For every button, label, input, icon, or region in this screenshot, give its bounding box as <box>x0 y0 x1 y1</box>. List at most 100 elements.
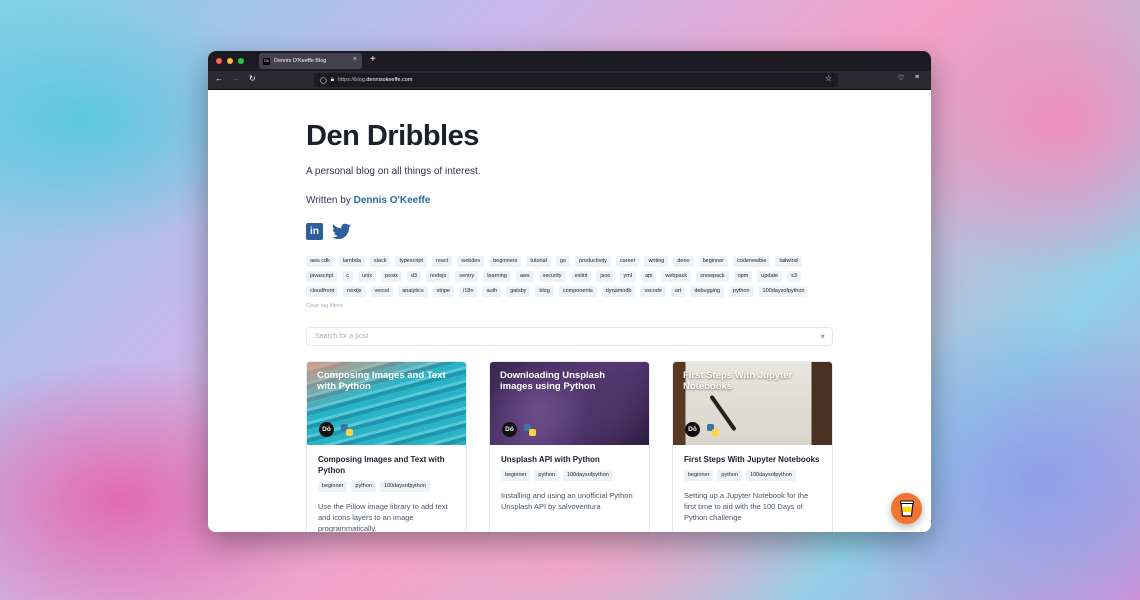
tag-filter-career[interactable]: career <box>615 256 640 267</box>
tag-filter-react[interactable]: react <box>432 256 453 267</box>
tag-filter-analytics[interactable]: analytics <box>398 286 428 297</box>
tagline: A personal blog on all things of interes… <box>306 166 481 177</box>
tag-filter-update[interactable]: update <box>757 271 783 282</box>
post-card-image[interactable]: First Steps With Jupyter Notebooks Dö <box>673 362 832 445</box>
window-controls <box>216 58 244 64</box>
browser-tab[interactable]: Dö Dennis O'Keeffe Blog × <box>259 53 362 69</box>
tag-filter-vscode[interactable]: vscode <box>640 286 666 297</box>
tag-filter-webpack[interactable]: webpack <box>661 271 692 282</box>
tag-filter-python[interactable]: python <box>729 286 754 297</box>
bookmark-star-icon[interactable]: ☆ <box>825 74 832 83</box>
minimize-window-button[interactable] <box>227 58 233 64</box>
tag-filter-beginners[interactable]: beginners <box>489 256 522 267</box>
tag-filter-eslint[interactable]: eslint <box>570 271 592 282</box>
card-logos: Dö <box>319 422 354 437</box>
post-tag[interactable]: python <box>534 470 559 481</box>
tag-filter-sentry[interactable]: sentry <box>455 271 479 282</box>
post-tag[interactable]: 100daysofpython <box>745 470 796 481</box>
post-tag[interactable]: beginner <box>501 470 531 481</box>
post-tag[interactable]: 100daysofpython <box>562 470 613 481</box>
post-card-tags: beginner python 100daysofpython <box>501 470 638 481</box>
reload-icon[interactable]: ↻ <box>249 74 256 83</box>
post-tag[interactable]: beginner <box>684 470 714 481</box>
pocket-icon[interactable]: ♡ <box>898 74 904 82</box>
tag-filter-i18n[interactable]: i18n <box>459 286 478 297</box>
tag-filter-art[interactable]: art <box>670 286 686 297</box>
tag-filter-dynamodb[interactable]: dynamodb <box>601 286 636 297</box>
browser-toolbar: ← → ↻ ◯ 🔒︎ https://blog. dennisokeeffe.co… <box>208 71 931 90</box>
post-card[interactable]: First Steps With Jupyter Notebooks Dö Fi… <box>672 361 833 532</box>
tag-filter-c[interactable]: c <box>342 271 353 282</box>
post-card[interactable]: Composing Images and Text with Python Dö… <box>306 361 467 532</box>
lock-icon[interactable]: 🔒︎ <box>331 77 334 84</box>
linkedin-icon[interactable]: in <box>306 223 323 240</box>
post-card-title[interactable]: First Steps With Jupyter Notebooks <box>684 454 821 465</box>
tag-filter-webdev[interactable]: webdev <box>457 256 485 267</box>
tag-filter-d3[interactable]: d3 <box>406 271 422 282</box>
tag-filter-api[interactable]: api <box>641 271 657 282</box>
post-card-image[interactable]: Composing Images and Text with Python Dö <box>307 362 466 445</box>
tag-filter-cloudfront[interactable]: cloudfront <box>306 286 339 297</box>
maximize-window-button[interactable] <box>238 58 244 64</box>
tab-close-icon[interactable]: × <box>353 56 357 63</box>
forward-arrow-icon[interactable]: → <box>232 74 240 83</box>
tag-filter-lambda[interactable]: lambda <box>338 256 365 267</box>
tag-filter-gatsby[interactable]: gatsby <box>506 286 531 297</box>
buy-me-a-coffee-button[interactable] <box>891 493 922 524</box>
tag-filter-npm[interactable]: npm <box>733 271 753 282</box>
tag-filter-typescript[interactable]: typescript <box>395 256 427 267</box>
post-card-image[interactable]: Downloading Unsplash images using Python… <box>490 362 649 445</box>
page-title: Den Dribbles <box>306 120 479 152</box>
tag-filter-beginner[interactable]: beginner <box>698 256 729 267</box>
tag-filter-auth[interactable]: auth <box>482 286 502 297</box>
new-tab-button[interactable]: + <box>370 54 376 65</box>
search-input[interactable]: Search for a post × <box>306 327 833 346</box>
tag-filter-javascript[interactable]: javascript <box>306 271 338 282</box>
tag-filter-productivity[interactable]: productivity <box>575 256 611 267</box>
clear-search-icon[interactable]: × <box>820 332 825 341</box>
post-tag[interactable]: python <box>351 481 376 492</box>
clear-tag-filters-link[interactable]: Clear tag filters <box>306 303 343 309</box>
tag-filter-deno[interactable]: deno <box>673 256 694 267</box>
tag-filter-blog[interactable]: blog <box>535 286 554 297</box>
tag-filter-stripe[interactable]: stripe <box>432 286 455 297</box>
tag-filter-security[interactable]: security <box>538 271 566 282</box>
menu-icon[interactable]: ≡ <box>915 74 919 81</box>
tag-filter-tutorial[interactable]: tutorial <box>526 256 551 267</box>
tag-filter-vercel[interactable]: vercel <box>370 286 394 297</box>
tag-filter-posix[interactable]: posix <box>381 271 402 282</box>
post-tag[interactable]: python <box>717 470 742 481</box>
tag-filter-debugging[interactable]: debugging <box>690 286 725 297</box>
close-window-button[interactable] <box>216 58 222 64</box>
address-bar[interactable]: ◯ 🔒︎ https://blog. dennisokeeffe.com ☆ <box>314 73 838 87</box>
tag-filter-learning[interactable]: learning <box>483 271 511 282</box>
post-card-title[interactable]: Unsplash API with Python <box>501 454 638 465</box>
tag-filter-100daysofpython[interactable]: 100daysofpython <box>758 286 809 297</box>
tag-filter-components[interactable]: components <box>558 286 597 297</box>
tag-filter-json[interactable]: json <box>596 271 615 282</box>
tag-filter-writing[interactable]: writing <box>644 256 669 267</box>
tag-filter-codenewbie[interactable]: codenewbie <box>733 256 771 267</box>
post-card-tags: beginner python 100daysofpython <box>684 470 821 481</box>
twitter-icon[interactable] <box>332 223 351 240</box>
tag-filter-nextjs[interactable]: nextjs <box>343 286 366 297</box>
tag-filter-tailwind[interactable]: tailwind <box>775 256 802 267</box>
back-arrow-icon[interactable]: ← <box>215 74 223 83</box>
tag-filter-s3[interactable]: s3 <box>787 271 801 282</box>
coffee-cup-icon <box>899 500 914 517</box>
tag-filter-unix[interactable]: unix <box>357 271 377 282</box>
tag-filter-nodejs[interactable]: nodejs <box>426 271 451 282</box>
tag-filter-aws[interactable]: aws <box>515 271 534 282</box>
post-card[interactable]: Downloading Unsplash images using Python… <box>489 361 650 532</box>
tag-filter-yml[interactable]: yml <box>619 271 637 282</box>
tag-filter-snowpack[interactable]: snowpack <box>696 271 729 282</box>
author-link[interactable]: Dennis O'Keeffe <box>354 195 431 206</box>
post-card-title[interactable]: Composing Images and Text with Python <box>318 454 455 476</box>
shield-icon[interactable]: ◯ <box>320 77 327 84</box>
tag-filter-aws-cdk[interactable]: aws cdk <box>306 256 334 267</box>
tag-filter-slack[interactable]: slack <box>369 256 391 267</box>
tag-filter-go[interactable]: go <box>555 256 571 267</box>
post-tag[interactable]: 100daysofpython <box>379 481 430 492</box>
post-tag[interactable]: beginner <box>318 481 348 492</box>
do-logo-icon: Dö <box>685 422 700 437</box>
